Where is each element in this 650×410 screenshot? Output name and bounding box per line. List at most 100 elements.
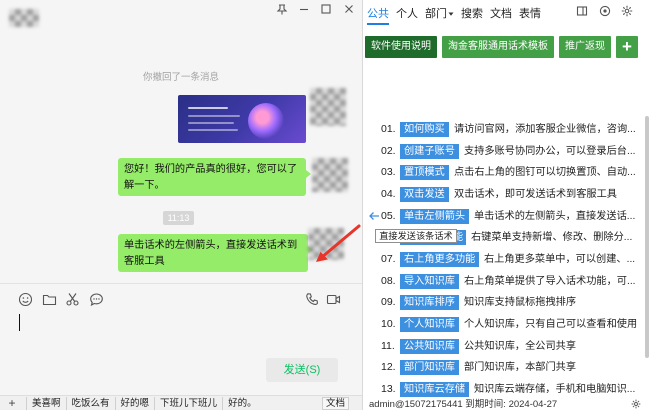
account-text: admin@15072175441 [369, 399, 463, 410]
send-button[interactable]: 发送(S) [266, 358, 338, 382]
phrase-number: 07. [381, 252, 396, 265]
emoji-icon[interactable] [18, 292, 33, 307]
phrase-item[interactable]: 09. 知识库排序 知识库支持鼠标拖拽排序 [363, 292, 641, 314]
phrase-item[interactable]: 04. 双击发送 双击话术，即可发送话术到客服工具 [363, 184, 641, 206]
screen: 你撤回了一条消息 您好！我们的产品真的很好，您可以了解一下。 11:13 单击话… [0, 0, 650, 410]
video-icon[interactable] [326, 292, 341, 307]
phrase-item[interactable]: 11. 公共知识库 公共知识库，全公司共享 [363, 336, 641, 358]
avatar[interactable] [312, 158, 348, 192]
expiry-label: 到期时间: [465, 399, 506, 410]
phrase-item[interactable]: 02. 创建子账号 支持多账号协同办公，可以登录后台... [363, 141, 641, 163]
phrase-text[interactable]: 右上角菜单提供了导入话术功能，可... [464, 271, 636, 293]
phrase-title-label[interactable]: 知识库排序 [400, 295, 459, 311]
phrase-text[interactable]: 知识库云端存储，手机和电脑知识... [474, 379, 635, 399]
phrase-title-label[interactable]: 知识库云存储 [400, 381, 470, 397]
phrase-text[interactable]: 点击右上角的图钉可以切换置顶、自动... [454, 162, 636, 184]
pin-icon[interactable] [276, 3, 288, 15]
image-message[interactable] [178, 95, 306, 143]
expand-icon[interactable] [576, 5, 588, 17]
tab-label: 表情 [519, 8, 541, 20]
phrase-item[interactable]: 05. 单击左侧箭头 单击话术的左侧箭头，直接发送话... [363, 206, 641, 228]
tab-label: 部门 [425, 8, 447, 20]
knowledge-base-button[interactable]: 淘金客服通用话术模板 [442, 36, 554, 58]
knowledge-base-buttons: 软件使用说明 淘金客服通用话术模板 推广返现 + [365, 36, 638, 58]
quick-phrase-chip[interactable]: 美喜啊 [26, 397, 66, 410]
phrase-text[interactable]: 右上角更多菜单中，可以创建、... [484, 249, 635, 271]
message-timestamp: 11:13 [163, 211, 194, 225]
tab-4[interactable]: 文档 [490, 5, 512, 23]
add-knowledge-base-button[interactable]: + [616, 36, 638, 58]
phrase-number: 12. [381, 361, 396, 374]
arrow-left-icon[interactable] [368, 210, 380, 222]
phrase-title-label[interactable]: 创建子账号 [400, 143, 459, 159]
phrase-text[interactable]: 部门知识库，本部门共享 [464, 357, 576, 379]
phrase-text[interactable]: 公共知识库，全公司共享 [464, 336, 576, 358]
phrase-text[interactable]: 请访问官网，添加客服企业微信，咨询... [454, 119, 636, 141]
phrase-number: 05. [381, 209, 396, 222]
phrase-text[interactable]: 右键菜单支持新增、修改、删除分... [471, 227, 632, 249]
tab-label: 搜索 [461, 8, 483, 20]
phrase-title-label[interactable]: 置顶模式 [400, 165, 449, 181]
scissors-icon[interactable] [65, 292, 80, 307]
text-cursor [19, 314, 20, 331]
phrase-title-label[interactable]: 如何购买 [400, 122, 449, 137]
quick-phrase-chip[interactable]: 好的嗯 [114, 397, 155, 410]
message-bubble[interactable]: 单击话术的左侧箭头，直接发送话术到客服工具 [118, 234, 313, 272]
maximize-icon[interactable] [320, 3, 332, 15]
phrase-number: 09. [381, 296, 396, 309]
folder-icon[interactable] [42, 292, 57, 307]
pin-icon[interactable] [599, 5, 611, 17]
phrase-title-label[interactable]: 双击发送 [400, 186, 449, 202]
message-bubble[interactable]: 您好！我们的产品真的很好，您可以了解一下。 [118, 158, 311, 196]
tab-2[interactable]: 部门 [425, 5, 454, 23]
phrase-text[interactable]: 单击话术的左侧箭头，直接发送话... [474, 206, 635, 228]
phrase-item[interactable]: 12. 部门知识库 部门知识库，本部门共享 [363, 357, 641, 379]
phrase-item[interactable]: 08. 导入知识库 右上角菜单提供了导入话术功能，可... [363, 271, 641, 293]
phrase-title-label[interactable]: 部门知识库 [400, 360, 459, 376]
tab-3[interactable]: 搜索 [461, 5, 483, 23]
chat-bubble-icon[interactable] [89, 292, 104, 307]
quick-phrase-chip[interactable]: 下班儿下班儿 [154, 397, 222, 410]
avatar[interactable] [308, 228, 344, 260]
minimize-icon[interactable] [298, 3, 310, 15]
status-bar: admin@15072175441 到期时间: 2024-04-27 [363, 399, 650, 410]
knowledge-base-button[interactable]: 推广返现 [559, 36, 611, 58]
phone-icon[interactable] [305, 292, 320, 307]
phrase-number: 04. [381, 187, 396, 200]
quick-phrase-chip[interactable]: 吃饭么有 [65, 397, 115, 410]
tab-label: 文档 [490, 8, 512, 20]
phrase-text[interactable]: 知识库支持鼠标拖拽排序 [464, 292, 576, 314]
phrase-number: 01. [381, 123, 396, 135]
input-divider [0, 283, 362, 284]
quick-phrase-chip[interactable]: 好的。 [222, 397, 262, 410]
phrase-text[interactable]: 双击话术，即可发送话术到客服工具 [454, 184, 617, 206]
phrase-text[interactable]: 个人知识库，只有自己可以查看和使用 [464, 314, 637, 336]
tab-1[interactable]: 个人 [396, 5, 418, 23]
status-settings-icon[interactable] [631, 399, 641, 409]
avatar[interactable] [310, 88, 346, 126]
phrase-item[interactable]: 03. 置顶模式 点击右上角的图钉可以切换置顶、自动... [363, 162, 641, 184]
phrase-text[interactable]: 支持多账号协同办公，可以登录后台... [464, 141, 636, 163]
settings-icon[interactable] [621, 5, 633, 17]
tab-5[interactable]: 表情 [519, 5, 541, 23]
phrase-title-label[interactable]: 单击左侧箭头 [400, 208, 470, 224]
phrase-item[interactable]: 01. 如何购买 请访问官网，添加客服企业微信，咨询... [363, 119, 641, 141]
knowledge-base-button[interactable]: 软件使用说明 [365, 36, 437, 58]
send-tooltip: 直接发送该条话术 [375, 229, 457, 243]
add-phrase-button[interactable]: + [5, 396, 19, 410]
phrase-number: 13. [381, 382, 396, 395]
phrase-title-label[interactable]: 公共知识库 [400, 338, 459, 354]
doc-button[interactable]: 文档 [322, 397, 349, 410]
phrase-item[interactable]: 07. 右上角更多功能 右上角更多菜单中，可以创建、... [363, 249, 641, 271]
phrase-item[interactable]: 10. 个人知识库 个人知识库，只有自己可以查看和使用 [363, 314, 641, 336]
tab-label: 个人 [396, 8, 418, 20]
recall-notice: 你撤回了一条消息 [142, 72, 219, 83]
phrase-item[interactable]: 13. 知识库云存储 知识库云端存储，手机和电脑知识... [363, 379, 641, 399]
phrase-title-label[interactable]: 个人知识库 [400, 316, 459, 332]
tab-0[interactable]: 公共 [367, 5, 389, 25]
close-icon[interactable] [343, 3, 355, 15]
list-scrollbar[interactable] [645, 116, 649, 358]
phrase-title-label[interactable]: 右上角更多功能 [400, 251, 480, 267]
contact-name-blurred [9, 9, 39, 27]
phrase-title-label[interactable]: 导入知识库 [400, 273, 459, 289]
